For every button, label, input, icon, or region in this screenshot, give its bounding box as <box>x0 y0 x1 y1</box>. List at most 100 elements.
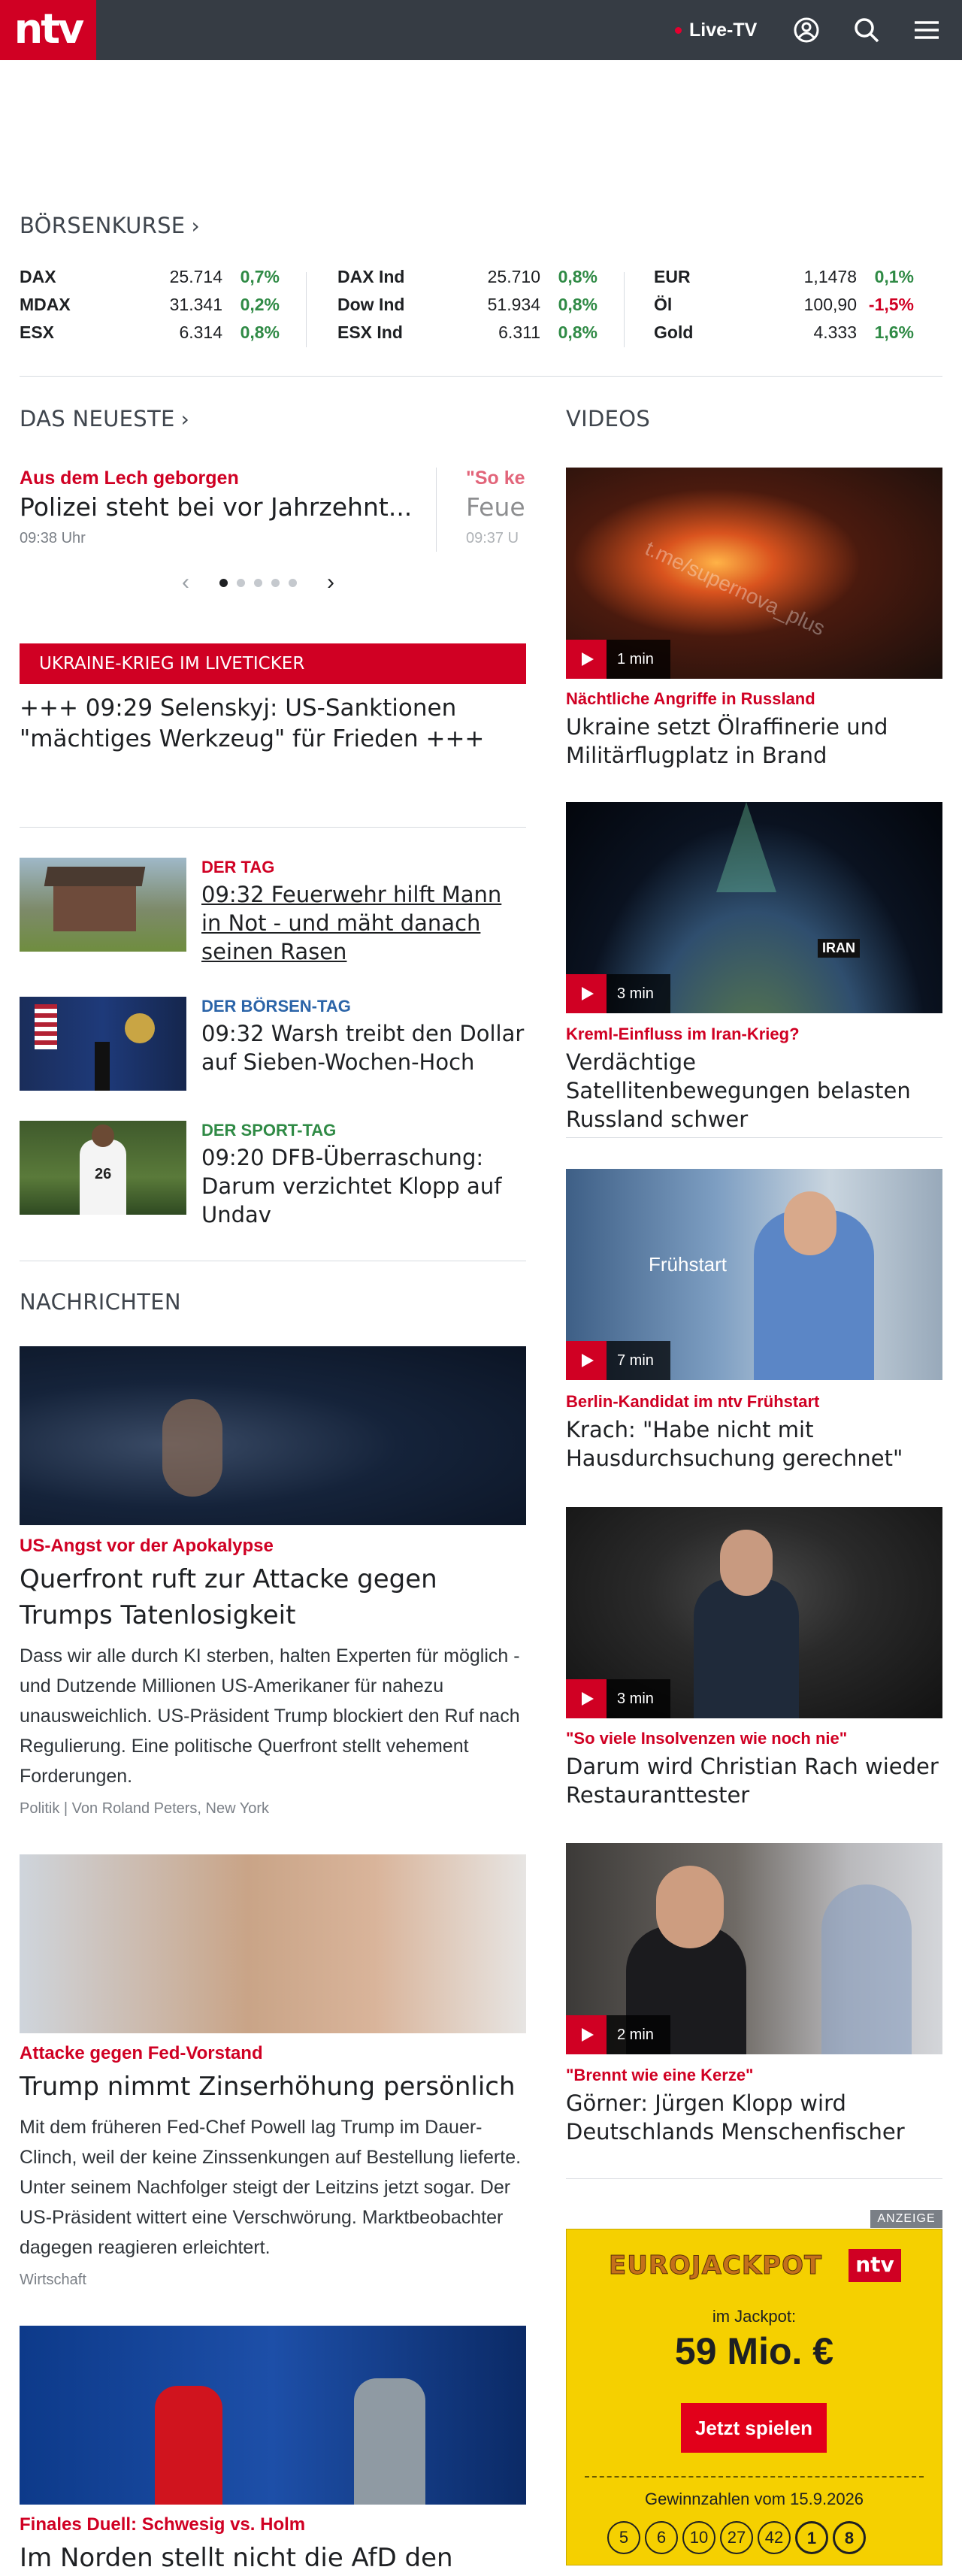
play-icon[interactable] <box>566 1679 607 1718</box>
euro-number-ball: 1 <box>795 2521 828 2554</box>
user-icon[interactable] <box>790 14 823 47</box>
number-ball: 27 <box>720 2521 753 2554</box>
article-kicker: US-Angst vor der Apokalypse <box>20 1536 274 1556</box>
stock-name: DAX Ind <box>337 267 405 286</box>
video-headline[interactable]: Darum wird Christian Rach wieder Restaur… <box>566 1752 942 1809</box>
stock-value: 31.341 <box>169 295 222 314</box>
video-thumb-rach[interactable]: 3 min <box>566 1507 942 1718</box>
article-card[interactable]: US-Angst vor der Apokalypse Querfront ru… <box>20 1536 526 1818</box>
pagination-dot[interactable] <box>219 578 228 587</box>
divider <box>436 468 437 552</box>
chevron-right-icon[interactable]: › <box>327 570 334 595</box>
stock-row[interactable]: Gold 4.333 1,6% <box>654 322 914 350</box>
video-thumb-fruehstart[interactable]: Frühstart 7 min <box>566 1169 942 1380</box>
menu-icon[interactable] <box>910 14 943 47</box>
stock-row[interactable]: ESX Ind 6.311 0,8% <box>337 322 597 350</box>
stock-row[interactable]: DAX 25.714 0,7% <box>20 267 280 295</box>
ntv-ad-logo: ntv <box>849 2249 901 2282</box>
ad-label: ANZEIGE <box>870 2210 942 2228</box>
article-card[interactable]: Finales Duell: Schwesig vs. Holm Im Nord… <box>20 2514 526 2576</box>
neueste-card-partial[interactable]: "So ke Feue 09:37 U <box>466 468 526 547</box>
fed-flags-photo[interactable] <box>20 997 186 1091</box>
chevron-left-icon[interactable]: ‹ <box>182 570 189 595</box>
jackpot-label: im Jackpot: <box>712 2307 797 2326</box>
video-headline[interactable]: Görner: Jürgen Klopp wird Deutschlands M… <box>566 2089 942 2146</box>
liveticker-banner[interactable]: UKRAINE-KRIEG IM LIVETICKER <box>20 643 526 684</box>
video-kicker: Nächtliche Angriffe in Russland <box>566 689 815 708</box>
number-ball: 5 <box>607 2521 640 2554</box>
stock-row[interactable]: ESX 6.314 0,8% <box>20 322 280 350</box>
stock-name: Gold <box>654 322 694 342</box>
stock-name: ESX <box>20 322 55 342</box>
article-image-trump-car[interactable] <box>20 1346 526 1525</box>
tag-teaser[interactable]: DER TAG 09:32 Feuerwehr hilft Mann in No… <box>201 858 526 966</box>
article-card[interactable]: Attacke gegen Fed-Vorstand Trump nimmt Z… <box>20 2043 526 2289</box>
stock-row[interactable]: Dow Ind 51.934 0,8% <box>337 295 597 322</box>
article-image-trump-face[interactable] <box>20 1854 526 2033</box>
live-dot-icon <box>675 26 682 34</box>
video-duration: 3 min <box>607 974 670 1013</box>
chevron-right-icon: › <box>180 407 190 431</box>
play-icon[interactable] <box>566 1341 607 1380</box>
article-headline: Trump nimmt Zinserhöhung persönlich <box>20 2072 516 2102</box>
stock-row[interactable]: MDAX 31.341 0,2% <box>20 295 280 322</box>
pagination-dot[interactable] <box>289 578 297 587</box>
card-kicker: Aus dem Lech geborgen <box>20 468 239 489</box>
stock-value: 6.311 <box>498 322 540 342</box>
article-meta: Wirtschaft <box>20 2272 86 2288</box>
video-duration: 2 min <box>607 2015 670 2054</box>
eurojackpot-ad[interactable]: EUROJACKPOT ntv im Jackpot: 59 Mio. € Je… <box>566 2229 942 2565</box>
iran-label: IRAN <box>818 939 860 958</box>
fruehstart-logo: Frühstart <box>649 1253 728 1276</box>
video-thumb-satellite[interactable]: IRAN 3 min <box>566 802 942 1013</box>
play-icon[interactable] <box>566 974 607 1013</box>
neueste-card[interactable]: Aus dem Lech geborgen Polizei steht bei … <box>20 468 425 547</box>
stock-name: DAX <box>20 267 56 286</box>
football-player-photo[interactable]: 26 <box>20 1121 186 1215</box>
stock-column-2: DAX Ind 25.710 0,8% Dow Ind 51.934 0,8% ESX … <box>337 267 597 350</box>
video-headline[interactable]: Ukraine setzt Ölraffinerie und Militärfl… <box>566 713 942 770</box>
stock-value: 1,1478 <box>803 267 857 286</box>
stock-name: ESX Ind <box>337 322 403 342</box>
stock-value: 4.333 <box>813 322 857 342</box>
stock-row[interactable]: Öl 100,90 -1,5% <box>654 295 914 322</box>
live-tv-link[interactable]: Live-TV <box>675 18 757 42</box>
article-kicker: Finales Duell: Schwesig vs. Holm <box>20 2514 306 2535</box>
pagination-dot[interactable] <box>254 578 262 587</box>
ntv-logo[interactable]: ntv <box>0 0 96 60</box>
card-kicker: "So ke <box>466 468 525 489</box>
sport-tag-teaser[interactable]: DER SPORT-TAG 09:20 DFB-Überraschung: Da… <box>201 1121 526 1229</box>
house-lawn-photo[interactable] <box>20 858 186 952</box>
tag-headline: 09:32 Warsh treibt den Dollar auf Sieben… <box>201 1021 525 1075</box>
video-thumb-explosion[interactable]: t.me/supernova_plus 1 min <box>566 468 942 679</box>
neueste-heading[interactable]: DAS NEUESTE › <box>20 406 189 431</box>
pagination-dot[interactable] <box>237 578 245 587</box>
video-thumb-klopp[interactable]: 2 min <box>566 1843 942 2054</box>
stock-row[interactable]: EUR 1,1478 0,1% <box>654 267 914 295</box>
stock-change: 0,8% <box>240 322 280 342</box>
play-icon[interactable] <box>566 640 607 679</box>
stock-change: 1,6% <box>874 322 914 342</box>
video-headline[interactable]: Verdächtige Satellitenbewegungen belaste… <box>566 1048 942 1134</box>
boersen-tag-teaser[interactable]: DER BÖRSEN-TAG 09:32 Warsh treibt den Do… <box>201 997 526 1076</box>
card-headline: Polizei steht bei vor Jahrzehnt... <box>20 492 413 522</box>
stock-value: 51.934 <box>487 295 540 314</box>
search-icon[interactable] <box>850 14 883 47</box>
video-kicker: "So viele Insolvenzen wie noch nie" <box>566 1729 848 1748</box>
number-ball: 6 <box>645 2521 678 2554</box>
video-headline[interactable]: Krach: "Habe nicht mit Hausdurchsuchung … <box>566 1415 942 1473</box>
divider <box>585 2476 924 2478</box>
boersenkurse-heading[interactable]: BÖRSENKURSE › <box>20 213 200 238</box>
boersenkurse-title: BÖRSENKURSE <box>20 213 186 238</box>
neueste-title: DAS NEUESTE <box>20 406 175 431</box>
article-teaser: Mit dem früheren Fed-Chef Powell lag Tru… <box>20 2117 522 2258</box>
stock-row[interactable]: DAX Ind 25.710 0,8% <box>337 267 597 295</box>
play-icon[interactable] <box>566 2015 607 2054</box>
stock-value: 6.314 <box>179 322 222 342</box>
play-now-button[interactable]: Jetzt spielen <box>681 2403 827 2453</box>
article-image-tv-duel[interactable] <box>20 2326 526 2505</box>
number-ball: 42 <box>758 2521 791 2554</box>
pagination-dot[interactable] <box>271 578 280 587</box>
tag-headline: 09:32 Feuerwehr hilft Mann in Not - und … <box>201 882 502 964</box>
liveticker-headline[interactable]: +++ 09:29 Selenskyj: US-Sanktionen "mäch… <box>20 693 526 755</box>
